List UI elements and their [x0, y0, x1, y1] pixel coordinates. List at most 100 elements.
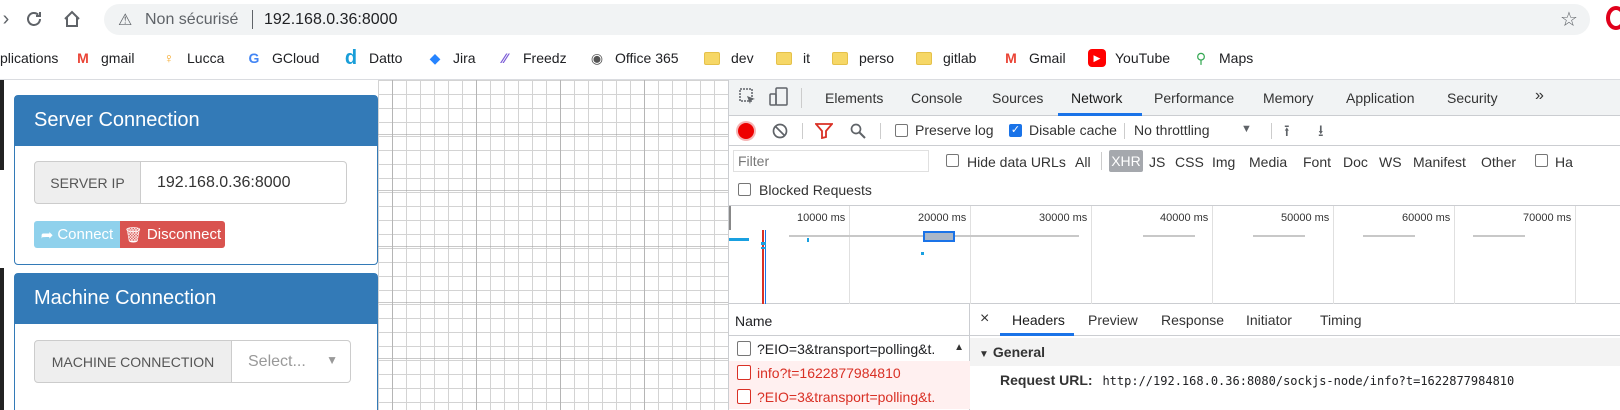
- type-doc[interactable]: Doc: [1343, 154, 1368, 170]
- timeline-label: 60000 ms: [1402, 212, 1451, 224]
- tab-sources[interactable]: Sources: [992, 90, 1043, 106]
- filter-input[interactable]: Filter: [733, 150, 929, 172]
- bookmark-freedz[interactable]: ⁄⁄ Freedz: [496, 47, 567, 69]
- has-blocked-cookies-label: Ha: [1555, 154, 1573, 170]
- tab-preview[interactable]: Preview: [1088, 312, 1138, 328]
- disable-cache-label: Disable cache: [1029, 122, 1117, 138]
- bookmark-jira[interactable]: ◆ Jira: [426, 47, 476, 69]
- bookmark-folder-it[interactable]: it: [776, 47, 810, 69]
- reload-icon[interactable]: [22, 7, 46, 31]
- sidebar-edge: [0, 268, 4, 410]
- bookmark-youtube[interactable]: ▶ YouTube: [1088, 47, 1170, 69]
- type-js[interactable]: JS: [1149, 154, 1165, 170]
- hide-data-urls-checkbox[interactable]: [946, 154, 959, 167]
- bookmark-applications[interactable]: plications: [0, 47, 58, 69]
- type-font[interactable]: Font: [1303, 154, 1331, 170]
- tab-security[interactable]: Security: [1447, 90, 1498, 106]
- blocked-requests-checkbox[interactable]: [738, 183, 751, 196]
- bookmark-maps[interactable]: ⚲ Maps: [1192, 47, 1253, 69]
- warning-icon: ⚠: [118, 12, 133, 29]
- preserve-log-checkbox[interactable]: [895, 124, 908, 137]
- has-blocked-cookies-checkbox[interactable]: [1535, 154, 1548, 167]
- bookmark-gcloud[interactable]: G GCloud: [245, 47, 320, 69]
- tab-initiator[interactable]: Initiator: [1246, 312, 1292, 328]
- type-xhr[interactable]: XHR: [1109, 150, 1143, 172]
- type-all[interactable]: All: [1075, 154, 1091, 170]
- bookmark-folder-gitlab[interactable]: gitlab: [916, 47, 976, 69]
- globe-icon: ◉: [590, 49, 604, 66]
- omnibox[interactable]: ⚠ Non sécurisé 192.168.0.36:8000 ☆: [104, 4, 1590, 35]
- timeline-track: [1143, 235, 1195, 237]
- bookmark-lucca[interactable]: ♀ Lucca: [160, 47, 225, 69]
- timeline-gridline: [1091, 206, 1092, 304]
- bookmark-gmail[interactable]: Mgmail: [74, 47, 134, 69]
- type-ws[interactable]: WS: [1379, 154, 1402, 170]
- scroll-up-icon[interactable]: ▲: [954, 342, 964, 353]
- tab-response[interactable]: Response: [1161, 312, 1224, 328]
- server-ip-input[interactable]: 192.168.0.36:8000: [141, 161, 347, 204]
- type-media[interactable]: Media: [1249, 154, 1287, 170]
- tab-network[interactable]: Network: [1071, 90, 1122, 106]
- import-har-icon[interactable]: ⭱: [1284, 120, 1290, 147]
- opera-icon[interactable]: [1606, 6, 1620, 30]
- gmail-icon: M: [1005, 50, 1017, 66]
- request-row[interactable]: ?EIO=3&transport=polling&t. ▲: [729, 337, 970, 361]
- request-list: Name ?EIO=3&transport=polling&t. ▲ info?…: [729, 304, 970, 410]
- network-timeline[interactable]: 10000 ms 20000 ms 30000 ms 40000 ms 5000…: [729, 206, 1620, 304]
- machine-connection-label: MACHINE CONNECTION: [34, 340, 232, 383]
- throttling-select[interactable]: No throttling: [1134, 122, 1209, 138]
- home-icon[interactable]: [60, 7, 84, 31]
- bookmark-gmail-2[interactable]: M Gmail: [1002, 47, 1065, 69]
- type-other[interactable]: Other: [1481, 154, 1516, 170]
- request-url-value[interactable]: http://192.168.0.36:8080/sockjs-node/inf…: [1102, 374, 1514, 388]
- bookmark-folder-perso[interactable]: perso: [832, 47, 894, 69]
- lucca-icon: ♀: [163, 50, 175, 66]
- type-img[interactable]: Img: [1212, 154, 1235, 170]
- freedz-icon: ⁄⁄: [502, 50, 508, 66]
- folder-icon: [916, 51, 932, 65]
- tab-headers[interactable]: Headers: [1012, 312, 1065, 328]
- timeline-selection[interactable]: [923, 231, 955, 242]
- timeline-gridline: [1454, 206, 1455, 304]
- tab-console[interactable]: Console: [911, 90, 962, 106]
- clear-icon[interactable]: [772, 123, 788, 142]
- inspect-element-icon[interactable]: [739, 88, 757, 111]
- timeline-track: [1253, 235, 1305, 237]
- active-detail-tab-indicator: [1000, 333, 1074, 336]
- connect-button[interactable]: ➦ Connect: [34, 221, 120, 248]
- machine-select[interactable]: Select... ▼: [232, 340, 351, 383]
- caret-down-icon: ▼: [326, 353, 338, 367]
- filter-icon[interactable]: [814, 123, 834, 142]
- bookmark-folder-dev[interactable]: dev: [704, 47, 754, 69]
- name-column-header[interactable]: Name: [729, 304, 970, 336]
- type-manifest[interactable]: Manifest: [1413, 154, 1466, 170]
- folder-icon: [832, 51, 848, 65]
- bookmark-datto[interactable]: d Datto: [342, 46, 403, 69]
- bookmark-office365[interactable]: ◉ Office 365: [588, 47, 679, 69]
- timeline-gridline: [1575, 206, 1576, 304]
- tab-memory[interactable]: Memory: [1263, 90, 1314, 106]
- tab-performance[interactable]: Performance: [1154, 90, 1234, 106]
- type-css[interactable]: CSS: [1175, 154, 1204, 170]
- request-row[interactable]: info?t=1622877984810: [729, 361, 970, 385]
- datto-icon: d: [344, 46, 358, 69]
- url-text[interactable]: 192.168.0.36:8000: [264, 11, 397, 29]
- device-toolbar-icon[interactable]: [769, 87, 789, 112]
- disable-cache-checkbox[interactable]: ✓: [1009, 124, 1022, 137]
- timeline-label: 50000 ms: [1281, 212, 1330, 224]
- back-icon[interactable]: ›: [0, 7, 18, 31]
- export-har-icon[interactable]: ⭳: [1318, 120, 1324, 147]
- tab-timing[interactable]: Timing: [1320, 312, 1362, 328]
- more-tabs-icon[interactable]: »: [1535, 87, 1544, 105]
- record-icon[interactable]: [738, 123, 754, 139]
- caret-down-icon[interactable]: ▼: [1241, 123, 1252, 135]
- tab-elements[interactable]: Elements: [825, 90, 883, 106]
- star-icon[interactable]: ☆: [1560, 7, 1578, 32]
- general-section-header[interactable]: ▼ General: [970, 338, 1620, 366]
- close-icon[interactable]: ×: [980, 310, 989, 328]
- request-row[interactable]: ?EIO=3&transport=polling&t.: [729, 385, 970, 409]
- search-icon[interactable]: [850, 123, 866, 142]
- disconnect-button[interactable]: 🗑 Disconnect: [120, 221, 225, 248]
- network-toolbar: Preserve log ✓ Disable cache No throttli…: [729, 116, 1620, 146]
- tab-application[interactable]: Application: [1346, 90, 1415, 106]
